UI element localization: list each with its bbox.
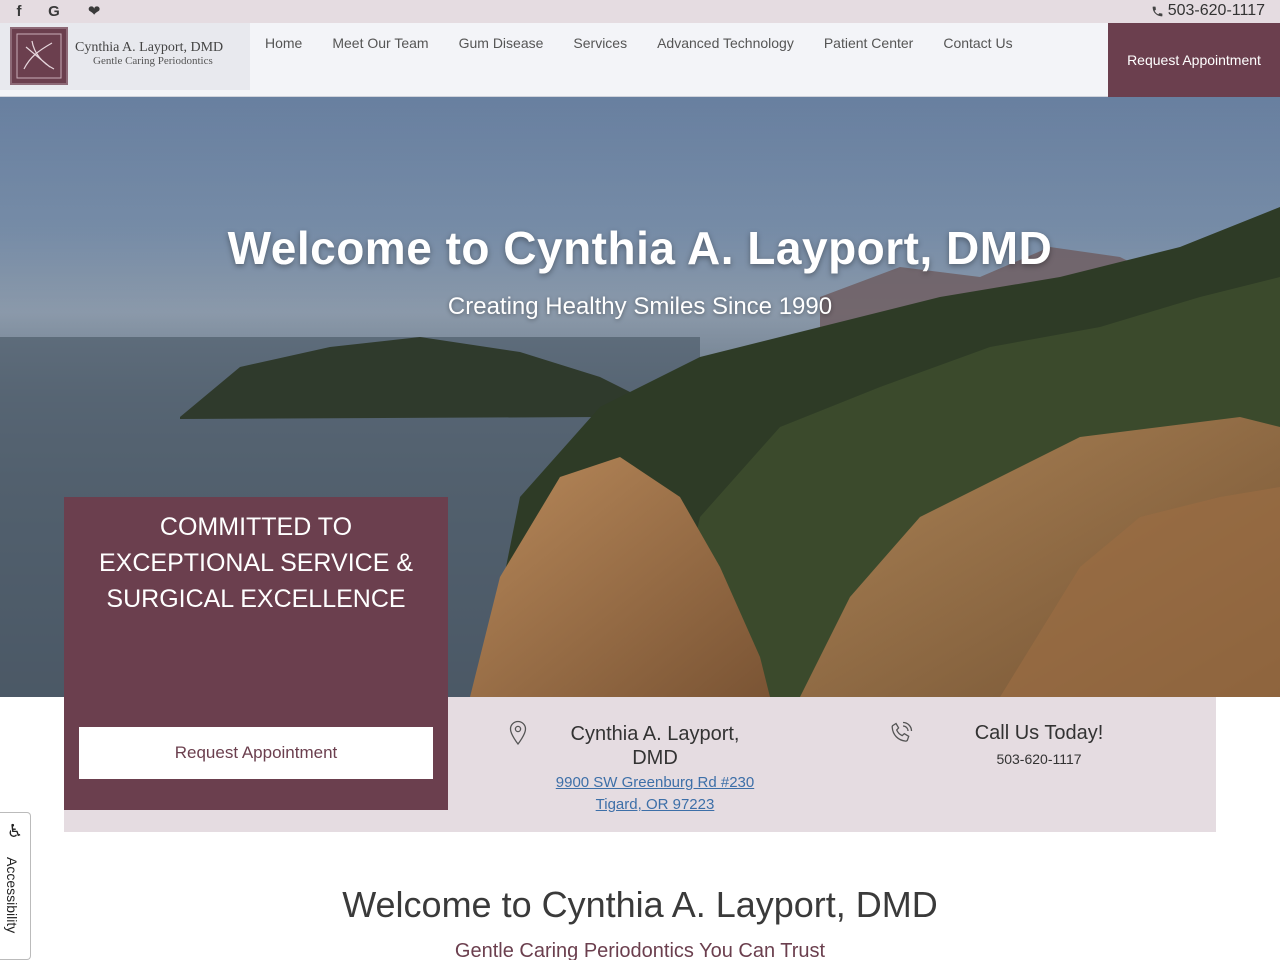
top-phone[interactable]: 503-620-1117 xyxy=(1151,2,1265,20)
nav-services[interactable]: Services xyxy=(558,35,642,51)
address-line2-link[interactable]: Tigard, OR 97223 xyxy=(520,796,790,813)
commitment-panel: COMMITTED TO EXCEPTIONAL SERVICE & SURGI… xyxy=(64,497,448,810)
nav-meet-our-team[interactable]: Meet Our Team xyxy=(317,35,443,51)
location-name: Cynthia A. Layport, DMD xyxy=(570,723,740,769)
address-line1-link[interactable]: 9900 SW Greenburg Rd #230 xyxy=(520,774,790,791)
top-phone-number: 503-620-1117 xyxy=(1167,2,1265,19)
phone-call-icon xyxy=(891,721,913,742)
welcome-subtitle: Gentle Caring Periodontics You Can Trust xyxy=(454,940,826,960)
welcome-title: Welcome to Cynthia A. Layport, DMD xyxy=(342,884,938,925)
header-request-appointment-button[interactable]: Request Appointment xyxy=(1108,23,1280,97)
nav-home[interactable]: Home xyxy=(250,35,317,51)
location-pin-icon xyxy=(509,720,527,746)
healthgrades-icon[interactable]: ❤ xyxy=(84,2,104,20)
commitment-line2: EXCEPTIONAL SERVICE & xyxy=(99,549,413,577)
logo-emblem xyxy=(10,27,68,85)
top-bar: f G ❤ 503-620-1117 xyxy=(0,0,1280,23)
logo[interactable]: Cynthia A. Layport, DMD Gentle Caring Pe… xyxy=(0,23,250,90)
site-header: Cynthia A. Layport, DMD Gentle Caring Pe… xyxy=(0,23,1280,97)
call-phone-link[interactable]: 503-620-1117 xyxy=(939,751,1139,767)
logo-tagline: Gentle Caring Periodontics xyxy=(93,55,213,67)
logo-name: Cynthia A. Layport, DMD xyxy=(75,40,224,55)
hero-subtitle: Creating Healthy Smiles Since 1990 xyxy=(447,293,833,320)
commitment-text: COMMITTED TO EXCEPTIONAL SERVICE & SURGI… xyxy=(64,509,448,617)
accessibility-icon: ♿ xyxy=(6,821,24,841)
phone-icon xyxy=(1152,6,1163,16)
nav-contact-us[interactable]: Contact Us xyxy=(928,35,1027,51)
request-appointment-button[interactable]: Request Appointment xyxy=(79,727,433,779)
main-nav: Home Meet Our Team Gum Disease Services … xyxy=(250,35,1028,51)
nav-gum-disease[interactable]: Gum Disease xyxy=(444,35,559,51)
hero-title: Welcome to Cynthia A. Layport, DMD xyxy=(227,222,1053,274)
accessibility-label: Accessibility xyxy=(4,857,20,934)
facebook-icon[interactable]: f xyxy=(9,2,29,20)
call-title: Call Us Today! xyxy=(974,722,1104,744)
nav-advanced-technology[interactable]: Advanced Technology xyxy=(642,35,809,51)
accessibility-tab[interactable]: ♿ Accessibility xyxy=(0,812,31,960)
commitment-line3: SURGICAL EXCELLENCE xyxy=(106,585,406,613)
commitment-line1: COMMITTED TO xyxy=(159,513,353,541)
google-icon[interactable]: G xyxy=(44,2,64,20)
nav-patient-center[interactable]: Patient Center xyxy=(809,35,929,51)
